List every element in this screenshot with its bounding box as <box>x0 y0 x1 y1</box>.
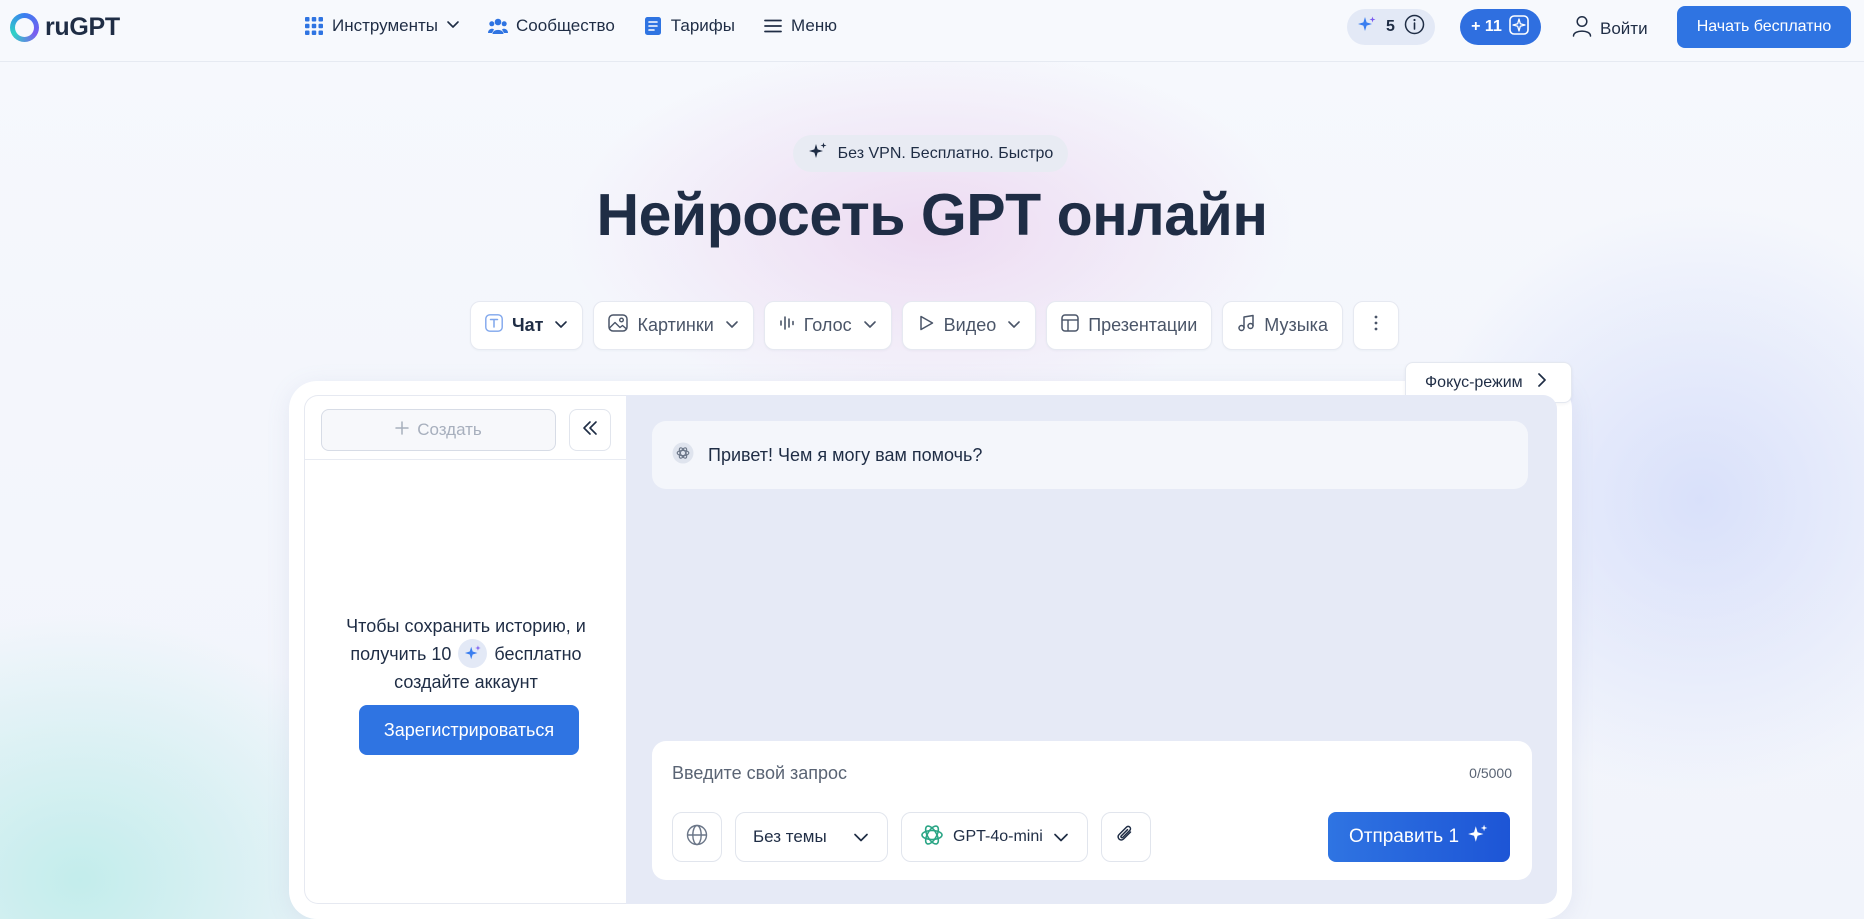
more-tabs-button[interactable] <box>1352 301 1399 350</box>
chevron-down-icon <box>853 829 869 850</box>
register-button[interactable]: Зарегистрироваться <box>359 705 579 755</box>
nav-menu[interactable]: Меню <box>763 14 837 38</box>
top-header: ruGPT Инструменты Сообщество Тарифы Меню… <box>0 0 1864 62</box>
tab-video-label: Видео <box>943 315 997 335</box>
grid-icon <box>304 16 324 36</box>
mode-tabs: Чат Картинки Голос Видео Презентации Муз… <box>470 301 1399 350</box>
tab-voice-label: Голос <box>803 315 852 335</box>
logo-ring-icon <box>10 13 39 42</box>
paperclip-icon <box>1115 824 1137 851</box>
nav-tools-label: Инструменты <box>332 16 439 35</box>
gift-icon <box>1508 14 1530 41</box>
nav-tools[interactable]: Инструменты <box>304 14 460 38</box>
tab-chat-label: Чат <box>512 315 544 335</box>
sparkle-icon <box>808 141 828 166</box>
char-counter: 0/5000 <box>1469 765 1512 781</box>
presentation-icon <box>1061 314 1079 337</box>
page-title: Нейросеть GPT онлайн <box>596 182 1268 248</box>
theme-select-value: Без темы <box>753 827 827 846</box>
tab-presentations[interactable]: Презентации <box>1046 301 1213 350</box>
user-icon <box>1572 15 1592 42</box>
signup-prompt-line3: создайте аккаунт <box>394 672 538 692</box>
sparkle-icon <box>458 638 488 668</box>
chevron-down-icon <box>446 16 460 36</box>
create-chat-label: Создать <box>417 420 482 439</box>
assistant-message: Привет! Чем я могу вам помочь? <box>652 421 1528 489</box>
tab-images-label: Картинки <box>637 315 714 335</box>
prompt-input[interactable] <box>672 759 1452 787</box>
play-icon <box>917 314 935 337</box>
chevron-down-icon <box>863 315 877 336</box>
more-vertical-icon <box>1374 315 1378 336</box>
tab-chat[interactable]: Чат <box>470 301 584 350</box>
login-button[interactable]: Войти <box>1572 15 1648 42</box>
signup-prompt-line2: получить 10 бесплатно <box>305 638 627 668</box>
info-icon[interactable] <box>1404 14 1425 40</box>
bonus-button[interactable]: + 11 <box>1460 9 1541 45</box>
logo-text: ruGPT <box>45 13 120 41</box>
collapse-sidebar-button[interactable] <box>569 409 611 451</box>
hero-badge: Без VPN. Бесплатно. Быстро <box>793 135 1068 172</box>
model-select-value: GPT-4o-mini <box>953 828 1043 845</box>
chevron-down-icon <box>725 315 739 336</box>
tab-video[interactable]: Видео <box>901 301 1037 350</box>
chevron-right-icon <box>1537 372 1547 393</box>
voice-wave-icon <box>779 314 795 337</box>
openai-logo-icon <box>919 822 945 853</box>
nav-community[interactable]: Сообщество <box>488 14 615 38</box>
assistant-message-text: Привет! Чем я могу вам помочь? <box>708 444 983 465</box>
plus-icon <box>395 420 409 440</box>
web-search-toggle[interactable] <box>672 812 722 862</box>
attach-file-button[interactable] <box>1101 812 1151 862</box>
signup-prompt-line2-pre: получить 10 <box>350 644 452 664</box>
send-button[interactable]: Отправить 1 <box>1328 812 1510 862</box>
music-icon <box>1237 314 1255 337</box>
login-label: Войти <box>1600 18 1648 38</box>
menu-icon <box>763 16 783 36</box>
send-label: Отправить 1 <box>1348 826 1460 847</box>
globe-icon <box>686 824 708 851</box>
start-free-button[interactable]: Начать бесплатно <box>1677 6 1851 48</box>
double-chevron-left-icon <box>581 420 599 441</box>
tab-voice[interactable]: Голос <box>763 301 892 350</box>
credits-badge[interactable]: 5 <box>1347 9 1435 45</box>
image-icon <box>608 314 629 337</box>
sparkle-icon <box>1467 823 1489 851</box>
chevron-down-icon <box>554 315 568 336</box>
signup-prompt: Чтобы сохранить историю, и получить 10 б… <box>305 612 627 696</box>
text-icon <box>485 314 503 337</box>
model-select[interactable]: GPT-4o-mini <box>901 812 1088 862</box>
hero-badge-text: Без VPN. Бесплатно. Быстро <box>837 144 1054 162</box>
signup-prompt-line1: Чтобы сохранить историю, и <box>346 616 586 636</box>
list-icon <box>643 16 663 36</box>
nav-pricing-label: Тарифы <box>670 16 736 35</box>
credits-count: 5 <box>1386 18 1395 35</box>
message-composer: 0/5000 Без темы GPT-4o-mini <box>652 741 1532 880</box>
nav-pricing[interactable]: Тарифы <box>643 14 735 38</box>
nav-menu-label: Меню <box>791 16 837 35</box>
create-chat-button[interactable]: Создать <box>321 409 556 451</box>
community-icon <box>488 16 509 36</box>
tab-music-label: Музыка <box>1264 315 1328 335</box>
tab-images[interactable]: Картинки <box>593 301 754 350</box>
history-sidebar: Создать Чтобы сохранить историю, и получ… <box>304 395 626 904</box>
signup-prompt-line2-post: бесплатно <box>494 644 582 664</box>
focus-mode-label: Фокус-режим <box>1425 373 1523 391</box>
sidebar-toolbar: Создать <box>305 396 626 460</box>
theme-select[interactable]: Без темы <box>735 812 888 862</box>
openai-logo-icon <box>672 442 694 469</box>
bonus-label: + 11 <box>1471 18 1502 35</box>
tab-presentations-label: Презентации <box>1088 315 1198 335</box>
chevron-down-icon <box>1007 315 1021 336</box>
logo[interactable]: ruGPT <box>10 13 120 42</box>
sparkle-icon <box>1357 15 1377 40</box>
chat-area: Привет! Чем я могу вам помочь? 0/5000 Бе… <box>626 395 1557 904</box>
nav-community-label: Сообщество <box>516 16 615 35</box>
tab-music[interactable]: Музыка <box>1222 301 1343 350</box>
main-nav: Инструменты Сообщество Тарифы Меню <box>304 14 865 38</box>
chevron-down-icon <box>1053 829 1069 850</box>
